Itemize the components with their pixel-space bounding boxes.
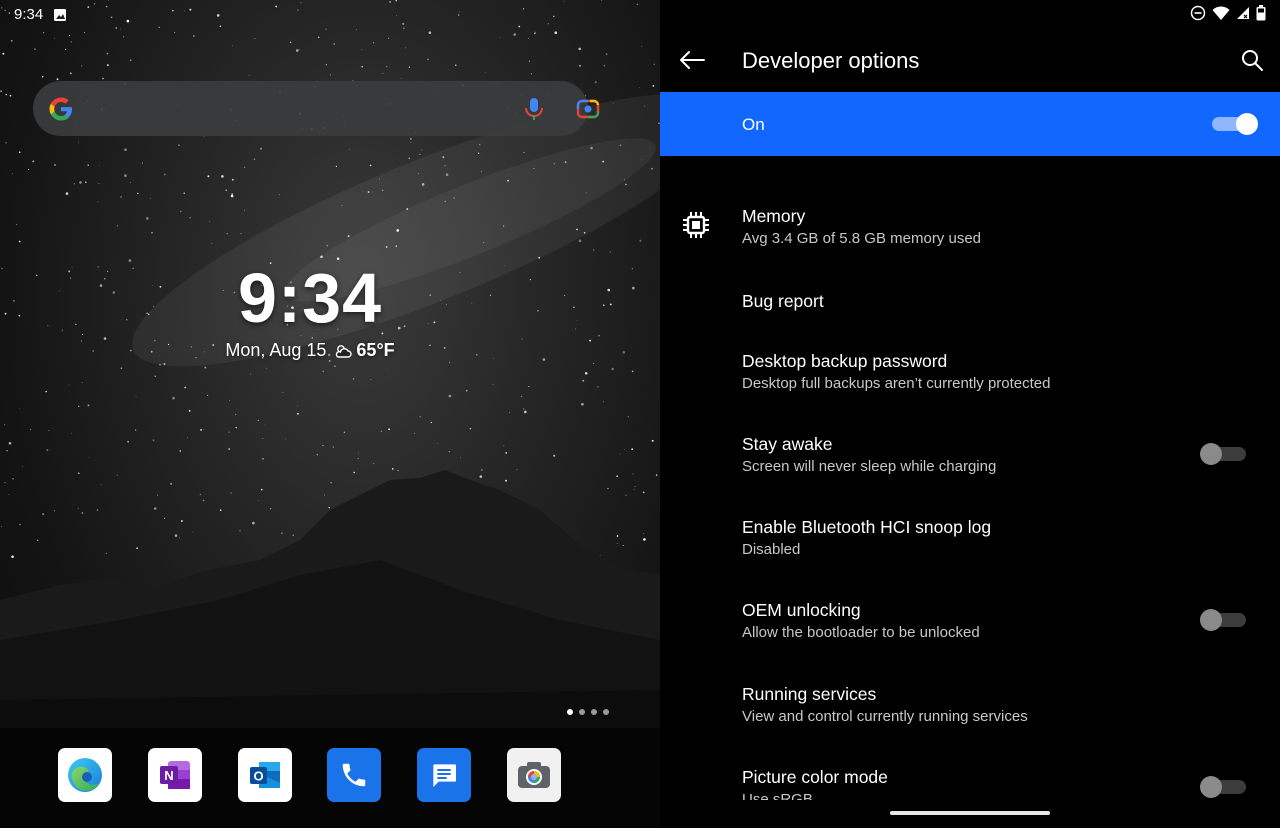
camera-app[interactable] [507,748,561,802]
pref-title: Picture color mode [742,767,888,787]
weather: 65°F [334,340,395,361]
page-dot [591,709,597,715]
outlook-icon: O [250,762,280,788]
wifi-icon [1212,5,1230,20]
date-weather-widget[interactable]: Mon, Aug 15 65°F [160,340,460,361]
battery-icon [1256,5,1266,21]
pref-summary: Allow the bootloader to be unlocked [742,624,980,641]
temperature: 65°F [356,340,395,360]
camera-icon [518,762,550,788]
google-g-icon [49,97,72,121]
pref-summary: Avg 3.4 GB of 5.8 GB memory used [742,230,982,247]
pref-summary: View and control currently running servi… [742,708,1028,725]
date-label: Mon, Aug 15 [225,340,327,360]
back-arrow-icon[interactable] [678,48,706,72]
pref-title: Stay awake [742,434,833,454]
messages-app[interactable] [417,748,471,802]
pref-summary: Screen will never sleep while charging [742,458,997,475]
pref-title: Bug report [742,291,824,311]
pref-stay-awake[interactable]: Stay awake Screen will never sleep while … [660,426,1280,506]
google-search-bar[interactable] [33,81,600,136]
page-indicator [567,709,609,715]
memory-chip-icon [683,212,709,238]
edge-app[interactable] [58,748,112,802]
clock-widget[interactable]: 9:34 [160,258,460,338]
svg-text:O: O [253,769,263,784]
pref-running-services[interactable]: Running services View and control current… [660,676,1280,756]
status-time: 9:34 [14,6,44,23]
page-dot [579,709,585,715]
page-dot [567,709,573,715]
partly-cloudy-icon [336,344,353,358]
gallery-notification-icon [54,8,67,21]
messages-icon [433,764,456,787]
pref-title: Memory [742,206,806,226]
pref-summary: Desktop full backups aren’t currently pr… [742,375,1051,392]
onenote-app[interactable]: N [148,748,202,802]
pref-memory[interactable]: Memory Avg 3.4 GB of 5.8 GB memory used [660,198,1280,278]
pref-title: Enable Bluetooth HCI snoop log [742,517,992,537]
pref-title: OEM unlocking [742,600,861,620]
status-bar-left: 9:34 [14,6,67,23]
onenote-icon: N [160,761,190,789]
page-title: Developer options [742,48,920,73]
developer-options-master-switch[interactable]: On [660,92,1280,156]
search-icon[interactable] [1240,48,1264,72]
pref-toggle[interactable] [1200,608,1248,632]
pref-oem-unlocking[interactable]: OEM unlocking Allow the bootloader to be … [660,592,1280,672]
master-switch-label: On [742,115,765,134]
pref-toggle[interactable] [1200,775,1248,799]
status-bar-right [1190,5,1266,21]
phone-app[interactable] [327,748,381,802]
svg-text:N: N [164,768,173,783]
master-toggle[interactable] [1210,112,1258,136]
cellular-signal-icon [1237,7,1249,19]
developer-options-screen: Developer options On Memory Avg 3.4 GB of… [660,0,1280,828]
pref-title: Desktop backup password [742,351,948,371]
home-screen: 9:34 9:34 Mon, Aug 15 65°F N O [0,0,660,828]
pref-summary: Disabled [742,541,801,558]
pref-toggle[interactable] [1200,442,1248,466]
google-lens-icon[interactable] [576,97,600,121]
voice-search-icon[interactable] [523,97,545,121]
app-bar: Developer options [660,28,1280,92]
gesture-nav-handle[interactable] [890,811,1050,815]
edge-icon [68,758,102,792]
outlook-app[interactable]: O [238,748,292,802]
pref-title: Running services [742,684,877,704]
phone-icon [342,763,366,787]
do-not-disturb-icon [1190,5,1206,21]
pref-desktop-backup-password[interactable]: Desktop backup password Desktop full back… [660,343,1280,423]
pref-enable-bluetooth-hci-snoop-log[interactable]: Enable Bluetooth HCI snoop log Disabled [660,509,1280,589]
page-dot [603,709,609,715]
app-dock: N O [0,728,660,828]
